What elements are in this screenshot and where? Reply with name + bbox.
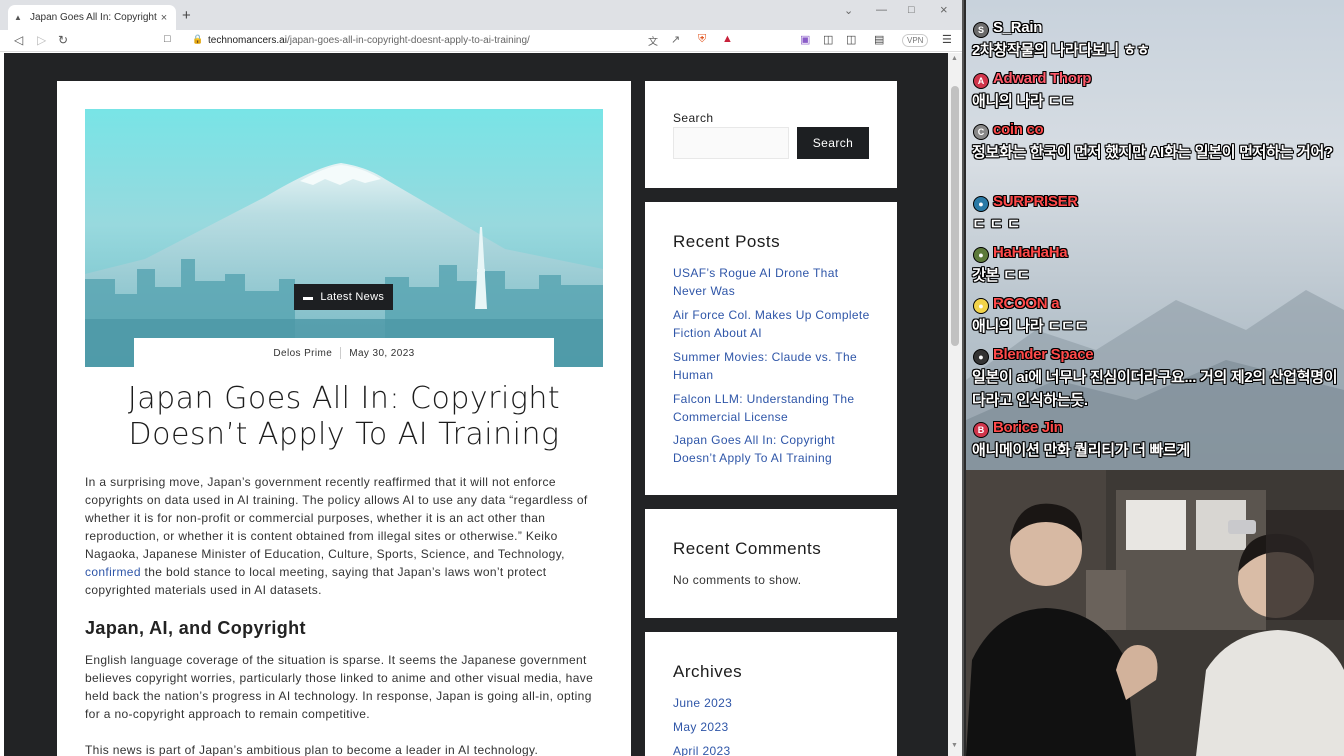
recent-post-link[interactable]: USAF’s Rogue AI Drone That Never Was bbox=[673, 264, 873, 300]
recent-comments-title: Recent Comments bbox=[673, 539, 822, 558]
post-date[interactable]: May 30, 2023 bbox=[349, 348, 414, 359]
hero-image: ▬ Latest News bbox=[85, 109, 603, 367]
search-widget: Search Search bbox=[645, 81, 897, 188]
tab-strip: ▲ Japan Goes All In: Copyright Doesn't A… bbox=[0, 0, 962, 30]
chat-message: 애니의 나라 ㄷㄷ bbox=[972, 93, 1075, 110]
chat-message: 2차창작물의 나라다보니 ㅎㅎ bbox=[972, 42, 1150, 59]
recent-posts-widget: Recent Posts USAF’s Rogue AI Drone That … bbox=[645, 202, 897, 495]
chat-username: coin co bbox=[993, 121, 1044, 138]
tab-title: Japan Goes All In: Copyright Doesn't App… bbox=[30, 12, 158, 23]
paragraph-text: In a surprising move, Japan’s government… bbox=[85, 475, 588, 561]
article-paragraph-2: English language coverage of the situati… bbox=[85, 653, 594, 721]
recent-post-link[interactable]: Summer Movies: Claude vs. The Human bbox=[673, 348, 873, 384]
browser-window: ▲ Japan Goes All In: Copyright Doesn't A… bbox=[0, 0, 964, 756]
category-badge[interactable]: ▬ Latest News bbox=[294, 284, 394, 310]
new-tab-button[interactable]: + bbox=[182, 7, 191, 24]
folder-icon: ▬ bbox=[303, 291, 314, 303]
chat-avatar: ● bbox=[973, 196, 989, 212]
tab-search-icon[interactable]: ⌄ bbox=[844, 4, 853, 17]
webcam-feed bbox=[966, 470, 1344, 756]
sidebar-icon[interactable]: ◫ bbox=[846, 33, 856, 46]
browser-tab[interactable]: ▲ Japan Goes All In: Copyright Doesn't A… bbox=[8, 5, 176, 30]
page-scrollbar[interactable]: ▲ ▼ bbox=[948, 53, 962, 756]
search-button[interactable]: Search bbox=[797, 127, 869, 159]
chat-message: 일본이 ai에 너무나 진심이더라구요... 거의 제2의 산업혁명이다라고 인… bbox=[972, 369, 1338, 409]
vpn-button[interactable]: VPN bbox=[902, 34, 929, 47]
chat-avatar: B bbox=[973, 422, 989, 438]
meta-divider bbox=[340, 347, 342, 359]
chat-avatar: C bbox=[973, 124, 989, 140]
post-meta: Delos Prime May 30, 2023 bbox=[134, 338, 554, 368]
address-bar[interactable]: 🔒 technomancers.ai/japan-goes-all-in-cop… bbox=[186, 31, 742, 50]
article-paragraph-1: In a surprising move, Japan’s government… bbox=[85, 473, 605, 599]
archive-link[interactable]: April 2023 bbox=[673, 742, 873, 756]
post-author[interactable]: Delos Prime bbox=[273, 348, 332, 359]
site-favicon-icon: ▲ bbox=[14, 12, 22, 22]
scroll-up-icon[interactable]: ▲ bbox=[951, 55, 958, 62]
post-title: Japan Goes All In: Copyright Doesn’t App… bbox=[127, 381, 561, 452]
scrollbar-thumb[interactable] bbox=[951, 86, 959, 346]
paragraph-text: the bold stance to local meeting, saying… bbox=[85, 565, 547, 597]
archives-widget: Archives June 2023 May 2023 April 2023 bbox=[645, 632, 897, 756]
close-window-icon[interactable]: × bbox=[940, 2, 948, 17]
minimize-icon[interactable]: — bbox=[876, 4, 887, 16]
chat-username: Borice Jin bbox=[993, 419, 1063, 436]
chat-username: Blender Space bbox=[993, 346, 1094, 363]
chat-message: 갓본 ㄷㄷ bbox=[972, 267, 1030, 284]
extension-m-icon[interactable]: ▣ bbox=[800, 33, 810, 46]
chat-avatar: ● bbox=[973, 298, 989, 314]
share-icon[interactable]: ↗ bbox=[671, 33, 680, 46]
article-card: ▬ Latest News Delos Prime May 30, 2023 J… bbox=[57, 81, 631, 756]
extensions-puzzle-icon[interactable]: ◫ bbox=[823, 33, 833, 46]
recent-posts-title: Recent Posts bbox=[673, 232, 781, 251]
translate-icon[interactable]: 文 bbox=[648, 33, 658, 48]
chat-avatar: S bbox=[973, 22, 989, 38]
archive-link[interactable]: June 2023 bbox=[673, 694, 873, 712]
brave-shield-icon[interactable]: ⛨ bbox=[698, 33, 706, 46]
close-tab-icon[interactable]: × bbox=[158, 12, 170, 24]
chat-message: 정보화는 한국이 먼저 했지만 AI화는 일본이 먼저하는 거어? bbox=[972, 144, 1333, 161]
archives-title: Archives bbox=[673, 662, 743, 681]
lock-icon: 🔒 bbox=[192, 34, 204, 44]
stream-overlay-panel: S S_Rain 2차창작물의 나라다보니 ㅎㅎ A Adward Thorp … bbox=[966, 0, 1344, 756]
chat-username: RCOON a bbox=[993, 295, 1060, 312]
chat-username: HaHaHaHa bbox=[993, 244, 1068, 261]
url-path: /japan-goes-all-in-copyright-doesnt-appl… bbox=[286, 35, 530, 46]
confirmed-link[interactable]: confirmed bbox=[85, 565, 141, 579]
bookmark-icon[interactable]: □ bbox=[164, 33, 171, 45]
webpage-viewport: ▬ Latest News Delos Prime May 30, 2023 J… bbox=[4, 53, 948, 756]
back-icon[interactable]: ◁ bbox=[14, 33, 23, 47]
chat-message: 애니의 나라 ㄷㄷㄷ bbox=[972, 318, 1088, 335]
url-domain: technomancers.ai bbox=[208, 35, 287, 46]
chat-message: ㄷ ㄷ ㄷ bbox=[972, 216, 1021, 233]
chat-avatar: ● bbox=[973, 247, 989, 263]
chat-message: 애니메이션 만화 퀄리티가 더 빠르게 bbox=[972, 442, 1190, 459]
search-label: Search bbox=[673, 111, 714, 125]
maximize-icon[interactable]: □ bbox=[908, 4, 915, 16]
archive-link[interactable]: May 2023 bbox=[673, 718, 873, 736]
recent-comments-widget: Recent Comments No comments to show. bbox=[645, 509, 897, 618]
recent-post-link[interactable]: Falcon LLM: Understanding The Commercial… bbox=[673, 390, 873, 426]
mount-fuji-tokyo-skyline-image bbox=[85, 109, 603, 367]
article-paragraph-3: This news is part of Japan’s ambitious p… bbox=[85, 743, 539, 756]
browser-toolbar: ◁ ▷ ↻ □ 🔒 technomancers.ai/japan-goes-al… bbox=[0, 30, 962, 52]
section-heading: Japan, AI, and Copyright bbox=[85, 618, 306, 638]
chat-username: Adward Thorp bbox=[993, 70, 1092, 87]
brave-rewards-icon[interactable]: ▲ bbox=[722, 33, 733, 45]
reload-icon[interactable]: ↻ bbox=[58, 33, 68, 47]
chat-username: S_Rain bbox=[993, 19, 1043, 36]
category-label: Latest News bbox=[320, 291, 385, 303]
chat-avatar: A bbox=[973, 73, 989, 89]
recent-post-link[interactable]: Air Force Col. Makes Up Complete Fiction… bbox=[673, 306, 873, 342]
scroll-down-icon[interactable]: ▼ bbox=[951, 742, 958, 749]
chat-username: SURPRISER bbox=[993, 193, 1078, 210]
chat-avatar: ● bbox=[973, 349, 989, 365]
no-comments-text: No comments to show. bbox=[673, 573, 802, 587]
recent-post-link[interactable]: Japan Goes All In: Copyright Doesn’t App… bbox=[673, 431, 873, 467]
webcam-people-image bbox=[966, 470, 1344, 756]
menu-icon[interactable]: ☰ bbox=[942, 33, 952, 46]
wallet-icon[interactable]: ▤ bbox=[874, 33, 884, 46]
forward-icon[interactable]: ▷ bbox=[37, 33, 46, 47]
search-input[interactable] bbox=[673, 127, 789, 159]
